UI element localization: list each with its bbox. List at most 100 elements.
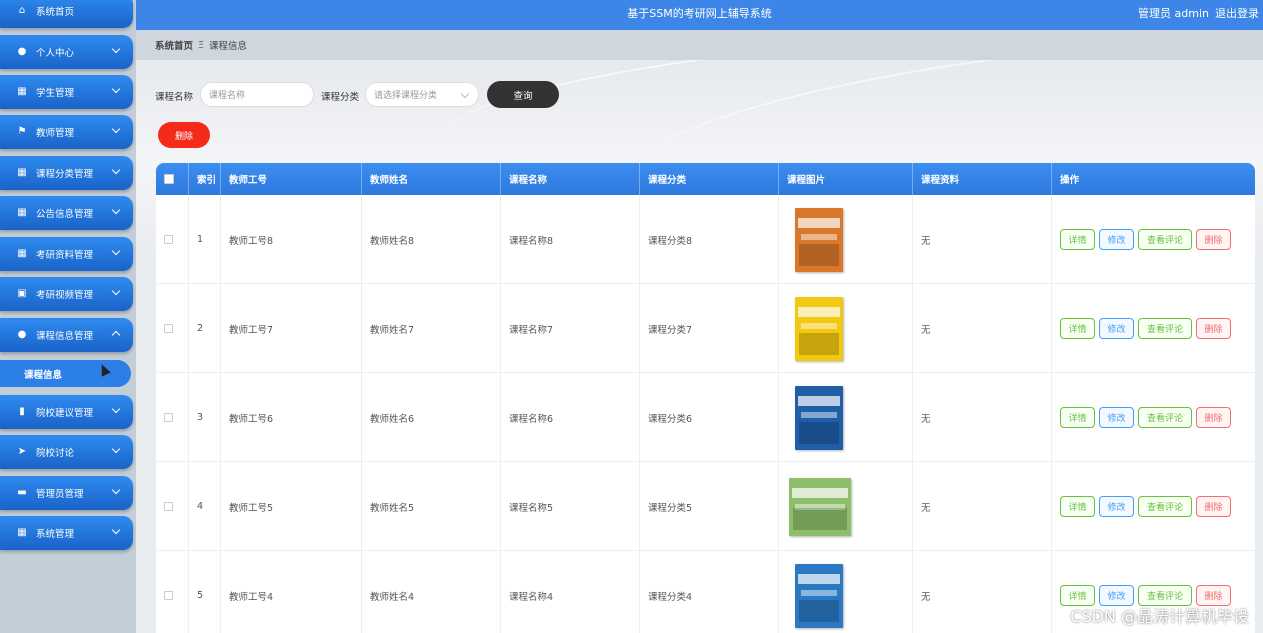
teacher-id-cell: 教师工号4 xyxy=(221,551,362,633)
teacher-id-cell: 教师工号7 xyxy=(221,284,362,373)
detail-button[interactable]: 详情 xyxy=(1060,318,1095,339)
edit-button[interactable]: 修改 xyxy=(1099,318,1134,339)
row-select-cell xyxy=(156,195,189,284)
chevron-down-icon xyxy=(111,44,121,54)
course-cover-image xyxy=(795,296,843,361)
sidebar-item-system[interactable]: ▦ 系统管理 xyxy=(0,516,133,550)
actions-cell: 详情 修改 查看评论 删除 xyxy=(1052,462,1255,551)
course-name-cell: 课程名称7 xyxy=(501,284,640,373)
sidebar-item-label: 院校讨论 xyxy=(36,448,75,459)
row-checkbox[interactable] xyxy=(164,413,173,422)
row-checkbox[interactable] xyxy=(164,591,173,600)
breadcrumb-home[interactable]: 系统首页 xyxy=(155,38,193,52)
cover-cell xyxy=(779,284,913,373)
sidebar-item-materials[interactable]: ▦ 考研资料管理 xyxy=(0,237,133,271)
grid-icon: ▦ xyxy=(17,86,27,97)
table-row: 2 教师工号7 教师姓名7 课程名称7 课程分类7 无 详情 修改 查看评论 删… xyxy=(156,284,1255,373)
teacher-name-cell: 教师姓名5 xyxy=(362,462,501,551)
detail-button[interactable]: 详情 xyxy=(1060,229,1095,250)
sidebar-item-suggestions[interactable]: ▮ 院校建议管理 xyxy=(0,395,133,429)
row-select-cell xyxy=(156,284,189,373)
query-button[interactable]: 查询 xyxy=(487,81,559,108)
row-select-cell xyxy=(156,462,189,551)
logout-link[interactable]: 退出登录 xyxy=(1215,5,1259,21)
detail-button[interactable]: 详情 xyxy=(1060,496,1095,517)
row-select-cell xyxy=(156,373,189,462)
column-header: 教师姓名 xyxy=(362,163,501,195)
chevron-down-icon xyxy=(111,205,121,215)
row-checkbox[interactable] xyxy=(164,235,173,244)
chevron-up-icon xyxy=(111,330,121,340)
sidebar-item-home[interactable]: ⌂ 系统首页 xyxy=(0,0,133,28)
teacher-id-cell: 教师工号8 xyxy=(221,195,362,284)
home-icon: ⌂ xyxy=(18,5,26,16)
flag-icon: ⚑ xyxy=(17,126,27,137)
index-cell: 3 xyxy=(189,373,221,462)
sidebar-item-announcements[interactable]: ▦ 公告信息管理 xyxy=(0,196,133,230)
sidebar-item-teachers[interactable]: ⚑ 教师管理 xyxy=(0,115,133,149)
delete-button[interactable]: 删除 xyxy=(1196,229,1231,250)
chevron-down-icon xyxy=(111,286,121,296)
row-checkbox[interactable] xyxy=(164,502,173,511)
index-cell: 4 xyxy=(189,462,221,551)
column-header: 课程资料 xyxy=(913,163,1052,195)
column-header: 课程图片 xyxy=(779,163,913,195)
course-name-input[interactable]: 课程名称 xyxy=(200,82,314,107)
sidebar-item-courses[interactable]: ● 课程信息管理 xyxy=(0,318,133,352)
teacher-name-cell: 教师姓名6 xyxy=(362,373,501,462)
course-name-cell: 课程名称4 xyxy=(501,551,640,633)
sidebar-item-label: 管理员管理 xyxy=(36,489,84,500)
table-row: 3 教师工号6 教师姓名6 课程名称6 课程分类6 无 详情 修改 查看评论 删… xyxy=(156,373,1255,462)
sidebar-item-label: 考研资料管理 xyxy=(36,250,94,261)
chevron-down-icon xyxy=(111,485,121,495)
index-cell: 2 xyxy=(189,284,221,373)
chevron-down-icon xyxy=(111,246,121,256)
cover-cell xyxy=(779,462,913,551)
edit-button[interactable]: 修改 xyxy=(1099,407,1134,428)
material-cell: 无 xyxy=(913,195,1052,284)
edit-button[interactable]: 修改 xyxy=(1099,229,1134,250)
delete-button[interactable]: 删除 xyxy=(1196,318,1231,339)
teacher-id-cell: 教师工号6 xyxy=(221,373,362,462)
view-comments-button[interactable]: 查看评论 xyxy=(1138,318,1192,339)
view-comments-button[interactable]: 查看评论 xyxy=(1138,496,1192,517)
edit-button[interactable]: 修改 xyxy=(1099,496,1134,517)
user-icon: ● xyxy=(17,46,27,57)
delete-button[interactable]: 删除 xyxy=(1196,496,1231,517)
chevron-down-icon xyxy=(111,404,121,414)
teacher-id-cell: 教师工号5 xyxy=(221,462,362,551)
sidebar-item-videos[interactable]: ▣ 考研视频管理 xyxy=(0,277,133,311)
course-cover-image xyxy=(789,477,851,536)
row-select-cell xyxy=(156,551,189,633)
delete-button[interactable]: 删除 xyxy=(1196,407,1231,428)
sidebar-item-profile[interactable]: ● 个人中心 xyxy=(0,35,133,69)
sidebar-item-label: 课程信息管理 xyxy=(36,331,94,342)
course-name-cell: 课程名称6 xyxy=(501,373,640,462)
row-checkbox[interactable] xyxy=(164,324,173,333)
batch-delete-button[interactable]: 删除 xyxy=(158,122,210,148)
sidebar-item-students[interactable]: ▦ 学生管理 xyxy=(0,75,133,109)
chevron-down-icon xyxy=(460,89,470,99)
cover-cell xyxy=(779,373,913,462)
course-category-select[interactable]: 请选择课程分类 xyxy=(365,82,479,107)
sidebar-item-label: 系统首页 xyxy=(36,7,75,18)
sidebar-item-course-categories[interactable]: ▦ 课程分类管理 xyxy=(0,156,133,190)
category-cell: 课程分类7 xyxy=(640,284,779,373)
sidebar-item-label: 学生管理 xyxy=(36,88,75,99)
select-all-checkbox[interactable] xyxy=(164,174,174,184)
chevron-down-icon xyxy=(111,84,121,94)
course-cover-image xyxy=(795,385,843,450)
sidebar-item-admins[interactable]: ▬ 管理员管理 xyxy=(0,476,133,510)
sidebar-subitem-course-info[interactable]: 课程信息 xyxy=(0,360,131,387)
sidebar-item-label: 个人中心 xyxy=(36,48,75,59)
clipboard-icon: ▣ xyxy=(17,288,27,299)
chevron-down-icon xyxy=(111,165,121,175)
breadcrumb: 系统首页 Ξ 课程信息 xyxy=(136,30,1263,60)
sidebar-item-discussions[interactable]: ➤ 院校讨论 xyxy=(0,435,133,469)
course-cover-image xyxy=(795,207,843,272)
detail-button[interactable]: 详情 xyxy=(1060,407,1095,428)
view-comments-button[interactable]: 查看评论 xyxy=(1138,229,1192,250)
view-comments-button[interactable]: 查看评论 xyxy=(1138,407,1192,428)
sidebar-item-label: 院校建议管理 xyxy=(36,408,94,419)
category-cell: 课程分类5 xyxy=(640,462,779,551)
